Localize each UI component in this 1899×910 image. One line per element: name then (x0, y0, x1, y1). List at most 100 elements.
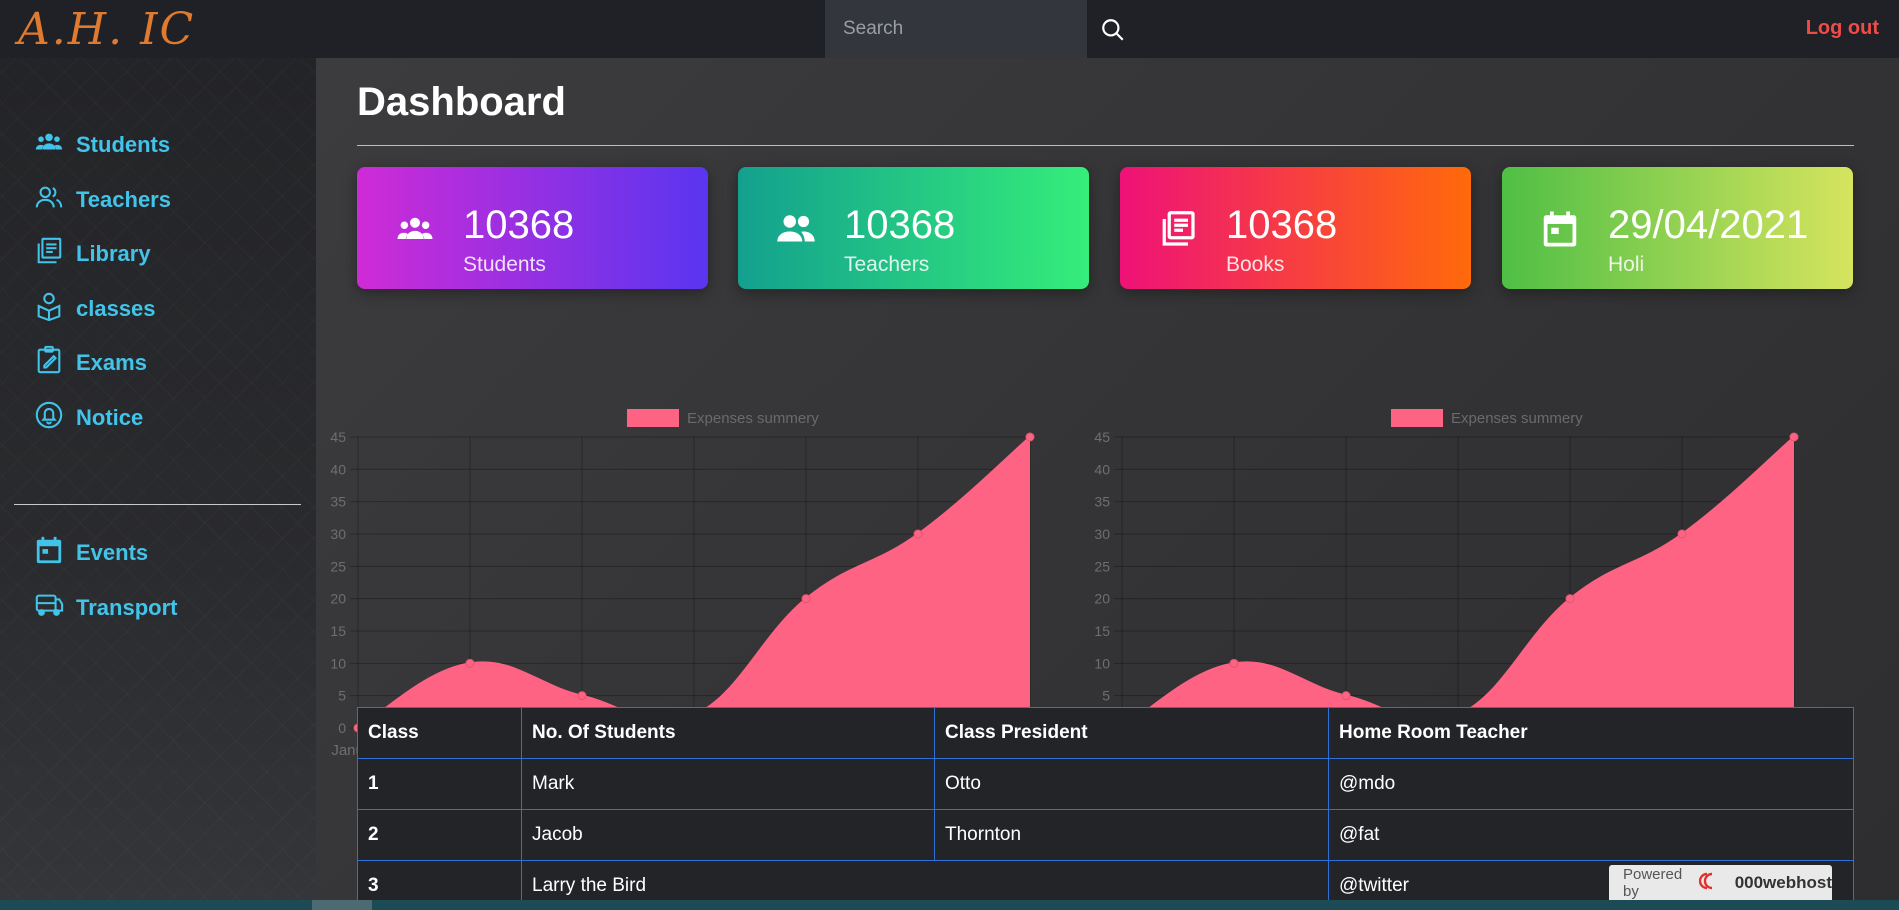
table-cell: Thornton (934, 809, 1329, 861)
main-content: Dashboard 10368 Students 10368 Teachers … (316, 58, 1899, 910)
y-tick-label: 25 (1094, 558, 1110, 574)
y-tick-label: 30 (1094, 526, 1110, 542)
y-tick-label: 40 (330, 461, 346, 477)
y-tick-label: 25 (330, 558, 346, 574)
stat-label: Teachers (844, 253, 930, 276)
data-point (801, 594, 811, 604)
search-box (825, 0, 1087, 58)
sidebar-item-label: Exams (76, 350, 147, 375)
bus-icon (34, 590, 64, 626)
table-cell: @fat (1328, 809, 1854, 861)
column-header: Class President (934, 707, 1329, 759)
sidebar-item-classes[interactable]: classes (34, 291, 156, 327)
data-point (1565, 594, 1575, 604)
user-group-icon (34, 182, 64, 218)
calendar-icon (34, 535, 64, 571)
stat-card-books[interactable]: 10368 Books (1120, 167, 1471, 289)
data-point (577, 691, 587, 701)
stat-label: Holi (1608, 253, 1645, 276)
users-icon (392, 209, 438, 249)
table-cell: @mdo (1328, 758, 1854, 810)
y-tick-label: 45 (1094, 429, 1110, 445)
classes-icon (34, 291, 64, 327)
table-row: 2 Jacob Thornton @fat (357, 809, 1854, 861)
search-icon[interactable] (1100, 17, 1126, 43)
stat-card-teachers[interactable]: 10368 Teachers (738, 167, 1089, 289)
y-tick-label: 35 (330, 494, 346, 510)
title-divider (357, 145, 1854, 146)
calendar-icon (1537, 209, 1583, 249)
powered-by-text: Powered by (1623, 865, 1683, 900)
y-tick-label: 10 (330, 655, 346, 671)
y-tick-label: 40 (1094, 461, 1110, 477)
legend-label: Expenses summery (1451, 410, 1583, 427)
y-tick-label: 35 (1094, 494, 1110, 510)
os-taskbar (0, 900, 1899, 910)
sidebar: Students Teachers Library classes Exams … (0, 58, 316, 910)
data-point (913, 529, 923, 539)
data-point (1025, 432, 1035, 442)
y-tick-label: 30 (330, 526, 346, 542)
stat-label: Books (1226, 253, 1285, 276)
sidebar-item-label: Students (76, 132, 171, 157)
sidebar-divider (14, 504, 301, 505)
data-point (1229, 658, 1239, 668)
data-point (1677, 529, 1687, 539)
column-header: No. Of Students (521, 707, 935, 759)
stat-label: Students (463, 253, 546, 276)
y-tick-label: 0 (338, 720, 346, 736)
y-tick-label: 45 (330, 429, 346, 445)
expenses-chart-1: Expenses summery051015202530354045Januar… (316, 338, 1056, 759)
table-cell: 2 (357, 809, 522, 861)
powered-by-badge[interactable]: Powered by 000webhost (1609, 865, 1832, 900)
sidebar-item-transport[interactable]: Transport (34, 592, 177, 624)
table-cell: Otto (934, 758, 1329, 810)
sidebar-item-library[interactable]: Library (34, 237, 151, 270)
top-bar: A.H. IC Log out (0, 0, 1899, 58)
expenses-chart-2: Expenses summery051015202530354045Januar… (1080, 338, 1820, 759)
taskbar-active-item[interactable] (312, 900, 372, 910)
table-cell: Mark (521, 758, 935, 810)
data-point (1341, 691, 1351, 701)
y-tick-label: 10 (1094, 655, 1110, 671)
sidebar-item-students[interactable]: Students (34, 129, 170, 161)
y-tick-label: 15 (330, 623, 346, 639)
y-tick-label: 20 (1094, 591, 1110, 607)
table-cell: Jacob (521, 809, 935, 861)
column-header: Class (357, 707, 522, 759)
logout-link[interactable]: Log out (1806, 17, 1879, 40)
y-tick-label: 5 (1102, 688, 1110, 704)
stat-value: 10368 (463, 203, 575, 247)
exam-icon (34, 345, 64, 381)
library-icon (1155, 209, 1201, 249)
legend-swatch (627, 409, 679, 427)
sidebar-item-label: classes (76, 296, 156, 321)
legend-swatch (1391, 409, 1443, 427)
users-icon (34, 127, 64, 163)
stat-value: 29/04/2021 (1608, 203, 1809, 247)
sidebar-item-exams[interactable]: Exams (34, 345, 147, 381)
search-input[interactable] (843, 18, 1063, 40)
sidebar-item-label: Notice (76, 405, 144, 430)
sidebar-item-label: Events (76, 540, 149, 565)
table-cell: 1 (357, 758, 522, 810)
powered-by-brand: 000webhost (1734, 872, 1832, 892)
stat-value: 10368 (1226, 203, 1338, 247)
legend-label: Expenses summery (687, 410, 819, 427)
app-logo[interactable]: A.H. IC (18, 4, 195, 55)
stat-value: 10368 (844, 203, 956, 247)
sidebar-item-events[interactable]: Events (34, 535, 149, 571)
sidebar-item-label: Transport (76, 595, 178, 620)
sidebar-item-label: Library (76, 241, 151, 266)
stat-card-holiday[interactable]: 29/04/2021 Holi (1502, 167, 1853, 289)
y-tick-label: 15 (1094, 623, 1110, 639)
sidebar-item-teachers[interactable]: Teachers (34, 184, 171, 216)
webhost-logo-icon (1698, 871, 1725, 895)
stat-card-students[interactable]: 10368 Students (357, 167, 708, 289)
sidebar-item-notice[interactable]: Notice (34, 400, 144, 436)
page-title: Dashboard (357, 80, 566, 124)
y-tick-label: 5 (338, 688, 346, 704)
y-tick-label: 20 (330, 591, 346, 607)
notice-icon (34, 400, 64, 436)
data-point (465, 658, 475, 668)
